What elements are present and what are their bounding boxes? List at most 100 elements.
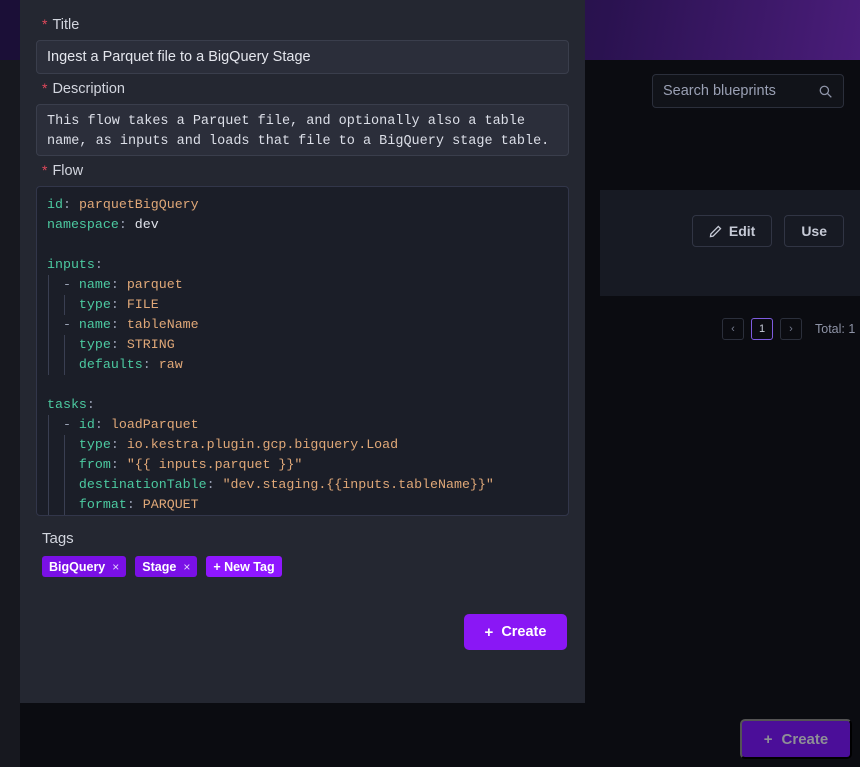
dialog-create-plus-icon: + [485,625,494,640]
indent-guide [48,275,49,295]
description-label: * Description [42,80,569,97]
tag-chip[interactable]: BigQuery × [42,556,126,577]
pagination-page-1[interactable]: 1 [751,318,773,340]
code-line: from: "{{ inputs.parquet }}" [37,455,568,475]
code-token [47,497,79,512]
code-line: destinationTable: "dev.staging.{{inputs.… [37,475,568,495]
code-token: dev [135,217,159,232]
search-input[interactable]: Search blueprints [663,83,818,99]
left-rail-header [0,0,20,60]
flow-code-editor[interactable]: id: parquetBigQuery namespace: dev inputs:… [36,186,569,516]
code-token: from [79,457,111,472]
code-token: format [79,497,127,512]
code-token: inputs [47,257,95,272]
code-token: type [79,297,111,312]
code-line: inputs: [37,255,568,275]
description-label-text: Description [52,81,125,97]
indent-guide [48,315,49,335]
indent-guide [64,475,65,495]
code-token [47,297,79,312]
description-field: * Description This flow takes a Parquet … [36,80,569,156]
code-token: : [87,397,95,412]
title-input[interactable]: Ingest a Parquet file to a BigQuery Stag… [36,40,569,74]
indent-guide [48,435,49,455]
tag-chip[interactable]: Stage × [135,556,197,577]
code-token: loadParquet [111,417,199,432]
code-token: : [63,197,79,212]
use-button[interactable]: Use [784,215,844,247]
code-token: parquet [127,277,183,292]
search-box[interactable]: Search blueprints [652,74,844,108]
blueprint-result-card[interactable]: Edit Use [600,190,860,296]
code-token: raw [159,357,183,372]
tag-remove-icon[interactable]: × [112,560,119,574]
page-create-button[interactable]: + Create [740,719,852,759]
code-token: type [79,437,111,452]
code-token: destinationTable [79,477,207,492]
dialog-create-button[interactable]: + Create [464,614,567,650]
code-token: namespace [47,217,119,232]
code-token: : [127,497,143,512]
add-tag-button[interactable]: + New Tag [206,556,281,577]
tags-row: BigQuery × Stage × + New Tag [42,556,569,577]
code-token: parquetBigQuery [79,197,199,212]
page-create-label: Create [782,731,829,748]
code-token: : [111,437,127,452]
code-token: PARQUET [143,497,199,512]
pagination: ‹ 1 › Total: 1 [722,318,855,340]
code-token: type [79,337,111,352]
page-create-plus-icon: + [764,732,773,747]
description-input[interactable]: This flow takes a Parquet file, and opti… [36,104,569,156]
tag-label: Stage [142,560,176,574]
code-line: - name: tableName [37,315,568,335]
dialog-create-label: Create [501,624,546,640]
tag-label: BigQuery [49,560,105,574]
code-token: : [111,297,127,312]
code-token: tableName [127,317,199,332]
code-token: : [111,337,127,352]
indent-guide [48,355,49,375]
indent-guide [48,415,49,435]
pagination-next[interactable]: › [780,318,802,340]
code-token: id [79,417,95,432]
code-token: FILE [127,297,159,312]
code-token: - [47,417,79,432]
code-token: : [143,357,159,372]
code-token: "dev.staging.{{inputs.tableName}}" [223,477,494,492]
code-line: type: FILE [37,295,568,315]
indent-guide [48,475,49,495]
code-token: : [95,417,111,432]
indent-guide [64,355,65,375]
code-token: : [111,277,127,292]
code-line: - name: parquet [37,275,568,295]
code-line [37,235,568,255]
indent-guide [64,435,65,455]
code-token: defaults [79,357,143,372]
indent-guide [48,295,49,315]
indent-guide [64,495,65,515]
code-token [47,437,79,452]
indent-guide [64,295,65,315]
code-token: - [47,317,79,332]
indent-guide [48,335,49,355]
code-line: id: parquetBigQuery [37,195,568,215]
use-button-label: Use [801,223,827,239]
search-blueprints[interactable]: Search blueprints [652,74,844,108]
dialog-footer: + Create [36,614,569,650]
code-token: - [47,277,79,292]
pagination-prev[interactable]: ‹ [722,318,744,340]
code-token: id [47,197,63,212]
flow-label-text: Flow [52,163,83,179]
code-token: "{{ inputs.parquet }}" [127,457,303,472]
left-nav-rail[interactable] [0,0,20,767]
app-root: Search blueprints Edit Use ‹ 1 › Total: … [0,0,860,767]
code-token: name [79,277,111,292]
edit-button[interactable]: Edit [692,215,772,247]
code-line: type: STRING [37,335,568,355]
tags-label: Tags [42,530,569,547]
code-token [47,477,79,492]
code-token [47,337,79,352]
tag-remove-icon[interactable]: × [183,560,190,574]
code-token: name [79,317,111,332]
code-line: tasks: [37,395,568,415]
